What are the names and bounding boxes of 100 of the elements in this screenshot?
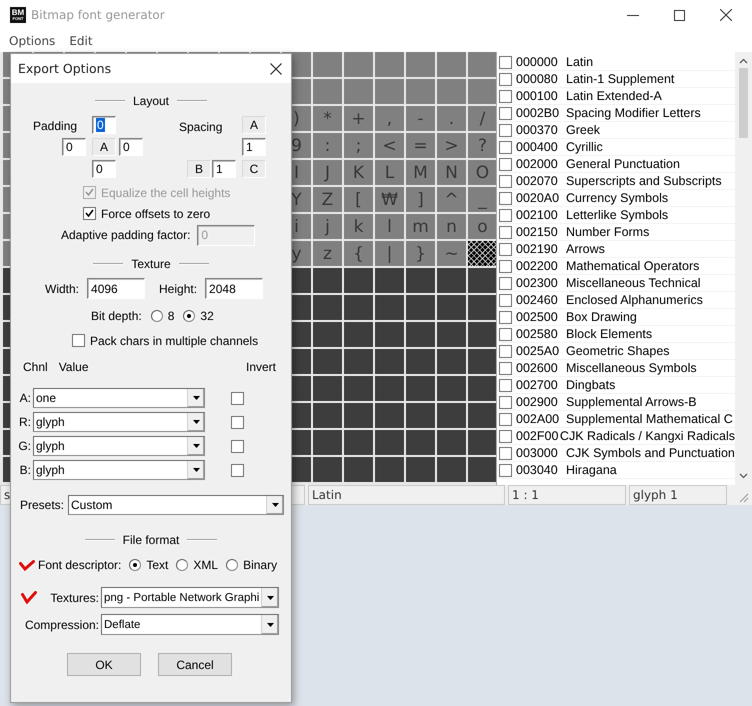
character-set-name[interactable]: Supplemental Mathematical C xyxy=(566,412,733,426)
checkbox[interactable] xyxy=(499,208,512,222)
scroll-thumb[interactable] xyxy=(739,68,748,138)
scroll-down-icon[interactable] xyxy=(739,473,748,479)
checkbox[interactable] xyxy=(499,174,512,188)
character-set-name[interactable]: Enclosed Alphanumerics xyxy=(566,293,703,307)
character-set-name[interactable]: CJK Radicals / Kangxi Radicals xyxy=(560,429,735,443)
character-set-name[interactable]: Number Forms xyxy=(566,225,650,239)
character-set-name[interactable]: CJK Symbols and Punctuation xyxy=(566,446,735,460)
textures-dropdown[interactable]: png - Portable Network Graphi xyxy=(101,587,279,608)
checkbox[interactable] xyxy=(499,446,512,460)
glyph-cell: > xyxy=(437,133,466,158)
channel-dropdown[interactable]: glyph xyxy=(33,436,205,456)
character-set-name[interactable]: Latin xyxy=(566,55,594,69)
checkbox[interactable] xyxy=(499,412,512,426)
resize-grip-icon[interactable] xyxy=(737,491,749,503)
checkbox[interactable] xyxy=(499,396,512,408)
spacing-field[interactable]: 1 xyxy=(212,160,236,178)
glyph-cell: n xyxy=(437,214,466,239)
character-set-name[interactable]: Letterlike Symbols xyxy=(566,208,668,222)
character-set-name[interactable]: Mathematical Operators xyxy=(566,259,700,273)
menu-item[interactable]: Options xyxy=(9,34,56,48)
padding-field[interactable]: 0 xyxy=(119,138,143,156)
checkbox[interactable] xyxy=(499,430,512,442)
compression-dropdown[interactable]: Deflate xyxy=(101,614,279,635)
maximize-icon[interactable] xyxy=(674,10,685,20)
character-set-name[interactable]: General Punctuation xyxy=(566,157,680,171)
grid-cell xyxy=(313,376,342,401)
range-code: 002300 xyxy=(516,276,559,290)
grid-cell xyxy=(437,457,466,482)
width-field[interactable]: 4096 xyxy=(87,278,146,299)
character-set-name[interactable]: Arrows xyxy=(566,242,605,256)
checkbox[interactable] xyxy=(499,294,512,306)
radio-button[interactable] xyxy=(150,310,163,322)
checkbox[interactable] xyxy=(499,276,512,290)
checkbox[interactable] xyxy=(231,440,244,452)
padding-field[interactable]: 0 xyxy=(92,116,116,134)
glyph-cell: N xyxy=(437,160,466,185)
column-header: Value xyxy=(58,360,88,376)
checkbox[interactable] xyxy=(231,416,244,428)
character-set-name[interactable]: Miscellaneous Symbols xyxy=(566,361,697,375)
character-set-name[interactable]: Currency Symbols xyxy=(566,191,668,205)
checkbox[interactable] xyxy=(499,310,512,324)
padding-field[interactable]: 0 xyxy=(62,138,86,156)
radio-label: Binary xyxy=(243,558,278,572)
checkbox[interactable] xyxy=(499,260,512,272)
character-set-name[interactable]: Cyrillic xyxy=(566,140,603,154)
height-field[interactable]: 2048 xyxy=(205,278,264,299)
channel-dropdown[interactable]: glyph xyxy=(33,412,205,432)
character-set-name[interactable]: Superscripts and Subscripts xyxy=(566,174,722,188)
range-code: 000080 xyxy=(516,72,559,86)
character-set-name[interactable]: Latin-1 Supplement xyxy=(566,72,674,86)
close-icon[interactable] xyxy=(270,62,282,74)
checkbox[interactable] xyxy=(72,334,85,347)
character-set-name[interactable]: Supplemental Arrows-B xyxy=(566,395,697,409)
checkbox[interactable] xyxy=(499,464,512,476)
checkbox[interactable] xyxy=(499,140,512,154)
scrollbar[interactable] xyxy=(735,52,752,485)
ok-button[interactable]: OK xyxy=(67,653,141,676)
radio-button[interactable] xyxy=(129,559,142,571)
checkbox[interactable] xyxy=(499,192,512,204)
checkbox[interactable] xyxy=(499,226,512,238)
radio-button[interactable] xyxy=(183,310,196,322)
checkbox[interactable] xyxy=(231,464,244,476)
checkbox[interactable] xyxy=(499,124,512,136)
checkbox[interactable] xyxy=(499,378,512,392)
checkbox[interactable] xyxy=(499,242,512,256)
radio-button[interactable] xyxy=(226,559,238,571)
status-field: Latin xyxy=(308,485,505,505)
cancel-button[interactable]: Cancel xyxy=(158,653,232,676)
checkbox[interactable] xyxy=(83,207,96,220)
menu-item[interactable]: Edit xyxy=(69,34,93,48)
spacing-field[interactable]: 1 xyxy=(242,138,266,156)
character-set-name[interactable]: Latin Extended-A xyxy=(566,89,662,103)
character-set-name[interactable]: Miscellaneous Technical xyxy=(566,276,701,290)
character-set-name[interactable]: Greek xyxy=(566,123,600,137)
character-set-name[interactable]: Hiragana xyxy=(566,463,617,477)
checkbox[interactable] xyxy=(499,90,512,102)
checkbox[interactable] xyxy=(499,328,512,340)
checkbox[interactable] xyxy=(499,56,512,68)
scroll-up-icon[interactable] xyxy=(739,58,748,64)
checkbox[interactable] xyxy=(499,158,512,170)
character-set-name[interactable]: Dingbats xyxy=(566,378,616,392)
checkbox[interactable] xyxy=(231,392,244,404)
channel-dropdown[interactable]: glyph xyxy=(33,460,205,480)
character-set-name[interactable]: Geometric Shapes xyxy=(566,344,670,358)
grid-cell xyxy=(375,457,404,482)
channel-dropdown[interactable]: one xyxy=(33,388,205,408)
checkbox[interactable] xyxy=(499,72,512,86)
checkbox[interactable] xyxy=(499,106,512,120)
character-set-name[interactable]: Spacing Modifier Letters xyxy=(566,106,701,120)
presets-dropdown[interactable]: Custom xyxy=(68,495,284,515)
character-set-name[interactable]: Block Elements xyxy=(566,327,652,341)
checkbox[interactable] xyxy=(499,344,512,358)
character-set-name[interactable]: Box Drawing xyxy=(566,310,637,324)
padding-field[interactable]: 0 xyxy=(92,160,116,178)
range-code: 003000 xyxy=(516,446,559,460)
radio-button[interactable] xyxy=(176,559,188,571)
close-icon[interactable] xyxy=(720,9,732,21)
checkbox[interactable] xyxy=(499,362,512,374)
